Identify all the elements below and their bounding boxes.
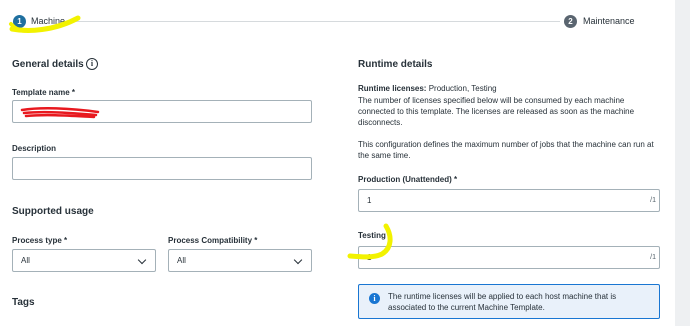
redaction-scribble [20,107,100,119]
testing-value: 1 [367,253,372,262]
step-1-label[interactable]: Machine [31,15,65,28]
runtime-config-description: This configuration defines the maximum n… [358,140,654,160]
info-icon[interactable]: i [86,58,98,70]
process-compatibility-select[interactable]: All [168,249,312,272]
testing-input[interactable]: 1 /1 [358,246,660,269]
testing-label: Testing * [358,231,392,240]
chevron-down-icon [293,255,303,265]
runtime-licenses-value: Production, Testing [428,84,497,93]
runtime-info-banner: i The runtime licenses will be applied t… [358,284,660,319]
description-input[interactable] [12,157,312,180]
process-compatibility-value: All [177,256,186,265]
production-label: Production (Unattended) * [358,175,458,184]
template-name-label: Template name * [12,88,75,97]
stepper-line [75,21,560,22]
process-compatibility-label: Process Compatibility * [168,236,258,245]
runtime-licenses-label: Runtime licenses: [358,84,427,93]
chevron-down-icon [137,255,147,265]
process-type-label: Process type * [12,236,68,245]
step-2-circle[interactable]: 2 [564,15,577,28]
runtime-licenses-line: Runtime licenses: Production, Testing [358,83,658,94]
runtime-licenses-description: The number of licenses specified below w… [358,96,635,127]
info-circle-icon: i [369,293,380,304]
process-type-value: All [21,256,30,265]
page-scrollbar[interactable] [675,0,690,326]
step-2-label[interactable]: Maintenance [583,15,635,28]
production-suffix: /1 [650,197,656,204]
production-value: 1 [367,196,372,205]
runtime-info-text: The runtime licenses will be applied to … [388,292,617,312]
supported-usage-heading: Supported usage [12,206,94,217]
description-label: Description [12,144,57,153]
general-details-heading: General details [12,59,84,70]
tags-heading: Tags [12,297,35,308]
step-1-circle[interactable]: 1 [13,15,26,28]
testing-suffix: /1 [650,254,656,261]
process-type-select[interactable]: All [12,249,156,272]
runtime-details-heading: Runtime details [358,59,433,70]
production-input[interactable]: 1 /1 [358,189,660,212]
